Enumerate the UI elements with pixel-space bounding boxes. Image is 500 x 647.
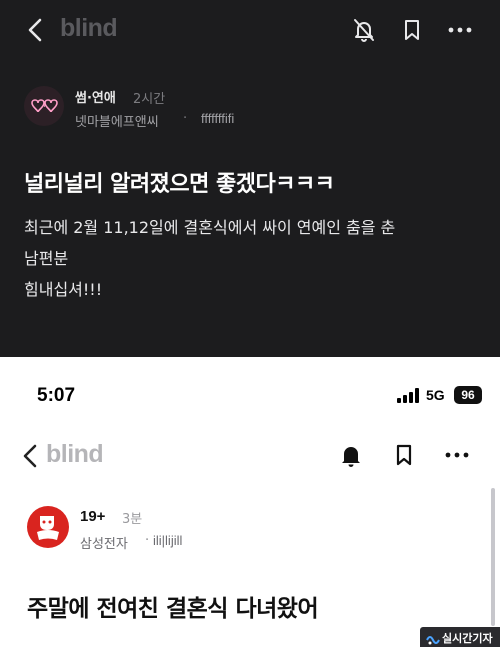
bookmark-icon[interactable] xyxy=(399,17,425,43)
meta-separator: · xyxy=(183,111,188,126)
post-body-line: 힘내십셔!!! xyxy=(24,280,103,299)
post-time: 2시간 xyxy=(133,92,166,107)
light-post-screenshot: 5:07 5G 96 blind 19+ 3분 삼성전자 · ili|lijil… xyxy=(0,357,500,647)
post-time: 3분 xyxy=(122,512,143,527)
post-body-line: 최근에 2월 11,12일에 결혼식에서 싸이 연예인 춤을 춘 xyxy=(24,218,396,237)
watermark-text: 실시간기자 xyxy=(442,632,493,645)
bookmark-icon[interactable] xyxy=(391,442,417,468)
post-title: 널리널리 알려졌으면 좋겠다ㅋㅋㅋ xyxy=(24,172,335,197)
post-body-line: 남편분 xyxy=(24,249,69,268)
back-chevron-icon[interactable] xyxy=(24,16,48,44)
status-time: 5:07 xyxy=(37,385,76,406)
more-icon[interactable] xyxy=(444,442,470,468)
avatar[interactable] xyxy=(27,506,69,548)
author-company[interactable]: 넷마블에프앤씨 xyxy=(75,111,159,130)
battery-icon: 96 xyxy=(454,386,482,404)
post-body: 최근에 2월 11,12일에 결혼식에서 싸이 연예인 춤을 춘 남편분 힘내십… xyxy=(24,212,479,305)
blind-logo: blind xyxy=(60,14,118,42)
back-chevron-icon[interactable] xyxy=(20,442,42,470)
blind-logo: blind xyxy=(46,440,104,468)
bell-muted-icon[interactable] xyxy=(351,17,377,43)
network-type: 5G xyxy=(426,387,445,403)
meta-separator: · xyxy=(145,533,150,548)
dark-top-nav: blind xyxy=(0,0,500,62)
post-category[interactable]: 19+ xyxy=(80,508,105,525)
signal-icon xyxy=(397,388,419,403)
scrollbar[interactable] xyxy=(491,488,495,626)
dark-post-screenshot: blind 썸·연애 2시간 넷마블에프앤씨 · fffffffifi 널리널리… xyxy=(0,0,500,357)
post-category[interactable]: 썸·연애 xyxy=(75,87,116,106)
author-company[interactable]: 삼성전자 xyxy=(80,533,128,552)
author-username[interactable]: ili|lijill xyxy=(153,533,182,548)
post-title: 주말에 전여친 결혼식 다녀왔어 xyxy=(27,596,319,622)
avatar[interactable] xyxy=(24,86,64,126)
watermark: 실시간기자 xyxy=(420,627,500,647)
watermark-logo-icon xyxy=(426,631,440,645)
author-username[interactable]: fffffffifi xyxy=(201,111,234,126)
bell-icon[interactable] xyxy=(338,442,364,468)
more-icon[interactable] xyxy=(447,17,473,43)
